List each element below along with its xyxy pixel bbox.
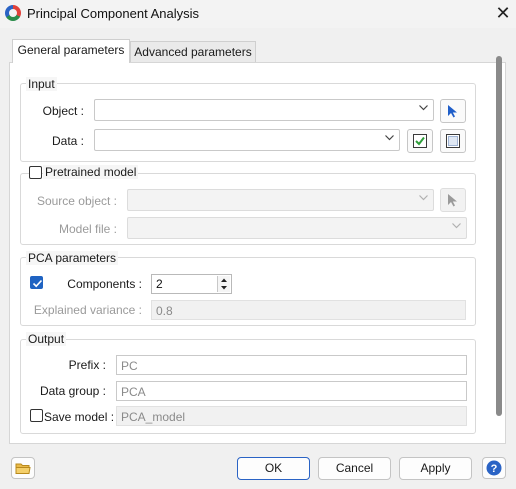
help-button[interactable]: ?	[482, 457, 506, 479]
select-all-data-button[interactable]	[407, 129, 433, 153]
window-title: Principal Component Analysis	[27, 6, 199, 21]
chevron-down-icon	[419, 105, 428, 113]
checkmark-icon	[32, 279, 43, 288]
pick-object-button[interactable]	[440, 99, 466, 123]
output-group-title: Output	[26, 332, 67, 346]
help-icon: ?	[486, 460, 502, 476]
close-icon[interactable]: ✕	[492, 2, 514, 24]
tab-advanced-parameters[interactable]: Advanced parameters	[130, 41, 256, 63]
data-group-field[interactable]: PCA	[116, 381, 467, 401]
pick-source-object-button[interactable]	[440, 188, 466, 212]
chevron-down-icon	[419, 195, 428, 203]
components-spinbox[interactable]: 2	[151, 274, 232, 294]
cancel-button[interactable]: Cancel	[318, 457, 391, 480]
chevron-down-icon	[452, 223, 461, 231]
input-group-title: Input	[26, 77, 57, 91]
save-model-checkbox[interactable]	[30, 409, 43, 422]
data-group-label: Data group :	[39, 384, 106, 398]
spin-up-down-icon	[221, 278, 227, 290]
explained-variance-field[interactable]: 0.8	[151, 300, 466, 320]
data-label: Data :	[51, 134, 84, 148]
prefix-field[interactable]: PC	[116, 355, 467, 375]
pretrained-model-checkbox[interactable]	[29, 166, 42, 179]
folder-icon	[15, 463, 31, 474]
model-file-label: Model file :	[58, 222, 117, 236]
object-combobox[interactable]	[94, 99, 434, 121]
ok-button[interactable]: OK	[237, 457, 310, 480]
chevron-down-icon	[385, 135, 394, 143]
apply-button[interactable]: Apply	[399, 457, 472, 480]
model-file-combobox[interactable]	[127, 217, 467, 239]
source-object-combobox[interactable]	[127, 189, 434, 211]
components-label: Components :	[67, 277, 142, 291]
pca-app-icon	[5, 5, 21, 21]
components-checkbox[interactable]	[30, 276, 43, 289]
spin-buttons[interactable]	[217, 276, 230, 292]
source-object-label: Source object :	[36, 194, 117, 208]
arrow-cursor-icon	[448, 105, 457, 118]
components-value: 2	[156, 277, 163, 291]
pretrained-model-group-title: Pretrained model	[43, 165, 139, 179]
vertical-scrollbar[interactable]	[496, 56, 502, 416]
check-all-icon	[413, 134, 427, 148]
svg-text:?: ?	[491, 463, 498, 475]
pca-parameters-group-title: PCA parameters	[26, 251, 119, 265]
empty-box-icon	[446, 134, 460, 148]
load-button[interactable]	[11, 457, 35, 479]
arrow-cursor-icon	[448, 194, 457, 207]
object-label: Object :	[42, 104, 84, 118]
explained-variance-label: Explained variance :	[33, 303, 142, 317]
save-model-label: Save model :	[44, 410, 115, 424]
tab-general-parameters[interactable]: General parameters	[12, 39, 130, 63]
prefix-label: Prefix :	[68, 358, 106, 372]
data-combobox[interactable]	[94, 129, 400, 151]
save-model-field[interactable]: PCA_model	[116, 406, 467, 426]
clear-data-button[interactable]	[440, 129, 466, 153]
